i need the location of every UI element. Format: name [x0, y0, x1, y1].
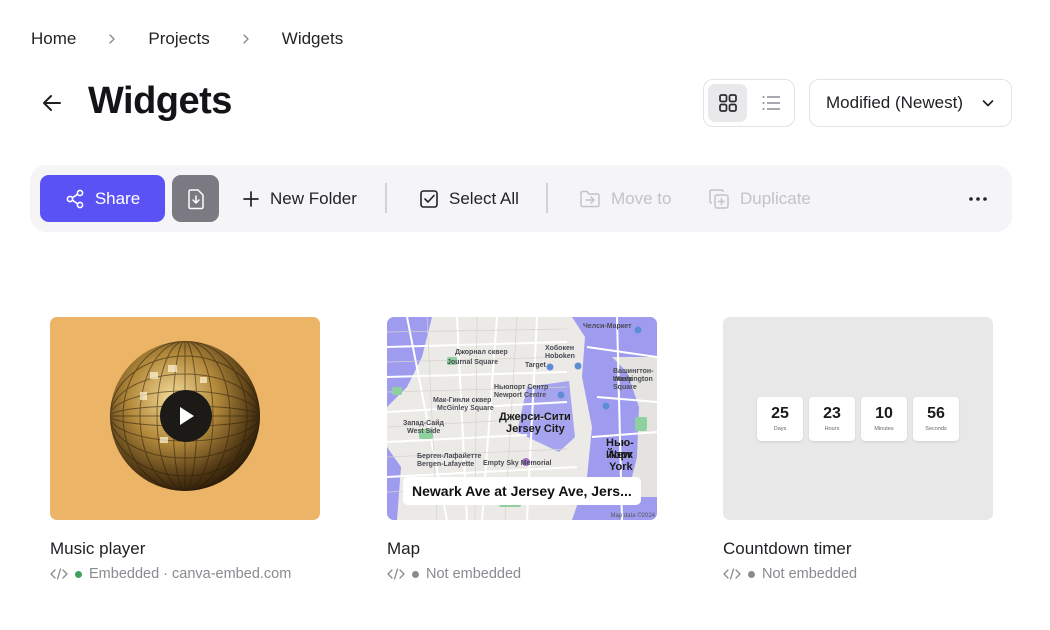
countdown-value: 23: [823, 405, 841, 422]
action-toolbar: Share New Folder Select All Move to Dupl…: [30, 165, 1012, 232]
back-button[interactable]: [38, 89, 66, 117]
card-title[interactable]: Map: [387, 539, 657, 559]
breadcrumb-widgets: Widgets: [281, 29, 344, 48]
more-horizontal-icon: [969, 197, 987, 201]
file-download-icon: [187, 188, 204, 209]
list-icon: [762, 96, 780, 110]
map-city: Джерси-Сити: [499, 411, 571, 423]
map-city: Jersey City: [506, 423, 565, 435]
countdown-value: 56: [927, 405, 945, 422]
move-to-label: Move to: [611, 188, 672, 208]
new-folder-label: New Folder: [270, 188, 357, 208]
breadcrumb: Home Projects Widgets: [31, 28, 343, 50]
countdown-days: 25 Days: [757, 396, 803, 441]
breadcrumb-projects[interactable]: Projects: [148, 28, 209, 50]
status-dot-not-embedded: [748, 570, 755, 578]
more-options-button[interactable]: [962, 183, 994, 215]
status-dot-embedded: [75, 570, 82, 578]
countdown-unit: Seconds: [925, 426, 947, 432]
map-place: Джорнал сквер: [455, 349, 508, 356]
map-place: Запад-Сайд: [403, 420, 444, 427]
chevron-right-icon: [210, 33, 282, 45]
map-place: Target: [525, 362, 546, 369]
map-place: Хобокен: [545, 345, 575, 352]
embed-status: Embedded · canva-embed.com: [50, 566, 320, 582]
sort-dropdown[interactable]: Modified (Newest): [809, 79, 1012, 127]
map-place: Челси-Маркет: [583, 323, 632, 330]
map-place: Journal Square: [447, 359, 498, 366]
list-view-button[interactable]: [751, 84, 790, 122]
map-place: Мак-Гинли сквер: [433, 397, 492, 404]
sort-selected-label: Modified (Newest): [826, 93, 963, 112]
play-icon: [180, 407, 194, 425]
embed-status-text: Not embedded: [762, 566, 858, 582]
map-place: Empty Sky Memorial: [483, 460, 552, 467]
countdown-minutes: 10 Minutes: [861, 396, 907, 441]
card-title[interactable]: Countdown timer: [723, 539, 993, 559]
code-icon: [50, 568, 68, 580]
chevron-down-icon: [982, 100, 994, 107]
plus-icon: [243, 190, 259, 207]
chevron-right-icon: [76, 33, 148, 45]
download-button[interactable]: [172, 175, 219, 222]
select-all-button[interactable]: Select All: [419, 175, 519, 222]
code-icon: [723, 568, 741, 580]
duplicate-label: Duplicate: [740, 188, 811, 208]
toolbar-divider: [385, 183, 387, 213]
music-player-thumbnail[interactable]: [50, 317, 320, 520]
map-city: New York: [609, 449, 633, 473]
new-folder-button[interactable]: New Folder: [242, 175, 357, 222]
toolbar-divider: [546, 183, 548, 213]
embed-status: Not embedded: [723, 566, 993, 582]
grid-view-button[interactable]: [708, 84, 747, 122]
select-all-label: Select All: [449, 188, 519, 208]
map-place: Bergen-Lafayette: [417, 461, 475, 468]
map-place: Hoboken: [545, 353, 575, 360]
map-place: Washington Square: [613, 376, 653, 391]
countdown-value: 25: [771, 405, 789, 422]
breadcrumb-home[interactable]: Home: [31, 28, 76, 50]
embed-status: Not embedded: [387, 566, 657, 582]
status-dot-not-embedded: [412, 570, 419, 578]
page-title: Widgets: [88, 80, 232, 122]
map-location-label: Newark Ave at Jersey Ave, Jers...: [403, 477, 641, 505]
map-place: Берген-Лафайетте: [417, 453, 482, 460]
map-place: West Side: [407, 428, 441, 435]
countdown-unit: Hours: [824, 426, 840, 432]
countdown-unit: Days: [773, 426, 787, 432]
duplicate-button[interactable]: Duplicate: [708, 175, 811, 222]
code-icon: [387, 568, 405, 580]
countdown-thumbnail[interactable]: 25 Days 23 Hours 10 Minutes 56 Seconds: [723, 317, 993, 520]
share-button[interactable]: Share: [40, 175, 165, 222]
share-button-label: Share: [94, 188, 141, 208]
map-place: McGinley Square: [437, 405, 494, 412]
card-title[interactable]: Music player: [50, 539, 320, 559]
countdown-value: 10: [875, 405, 893, 422]
move-to-folder-icon: [580, 190, 600, 207]
widget-card-music-player[interactable]: Music player Embedded · canva-embed.com: [50, 317, 320, 582]
arrow-left-icon: [43, 95, 61, 111]
countdown-unit: Minutes: [874, 426, 894, 432]
embed-status-text: Not embedded: [426, 566, 522, 582]
countdown-hours: 23 Hours: [809, 396, 855, 441]
embed-status-text: Embedded · canva-embed.com: [89, 566, 292, 582]
grid-icon: [718, 94, 737, 112]
countdown-seconds: 56 Seconds: [913, 396, 959, 441]
widget-card-countdown-timer[interactable]: 25 Days 23 Hours 10 Minutes 56 Seconds C…: [723, 317, 993, 582]
checkbox-checked-icon: [420, 189, 438, 208]
duplicate-icon: [709, 188, 729, 209]
move-to-button[interactable]: Move to: [579, 175, 671, 222]
view-toggle: [703, 79, 795, 127]
widget-card-map[interactable]: Джорнал сквер Journal Square Target Хобо…: [387, 317, 657, 582]
map-place: Newport Centre: [494, 392, 547, 399]
map-place: Ньюпорт Сентр: [494, 384, 549, 391]
share-icon: [66, 189, 84, 208]
map-thumbnail[interactable]: Джорнал сквер Journal Square Target Хобо…: [387, 317, 657, 520]
map-credit: Map data ©2024: [610, 513, 655, 519]
play-button[interactable]: [160, 390, 212, 442]
